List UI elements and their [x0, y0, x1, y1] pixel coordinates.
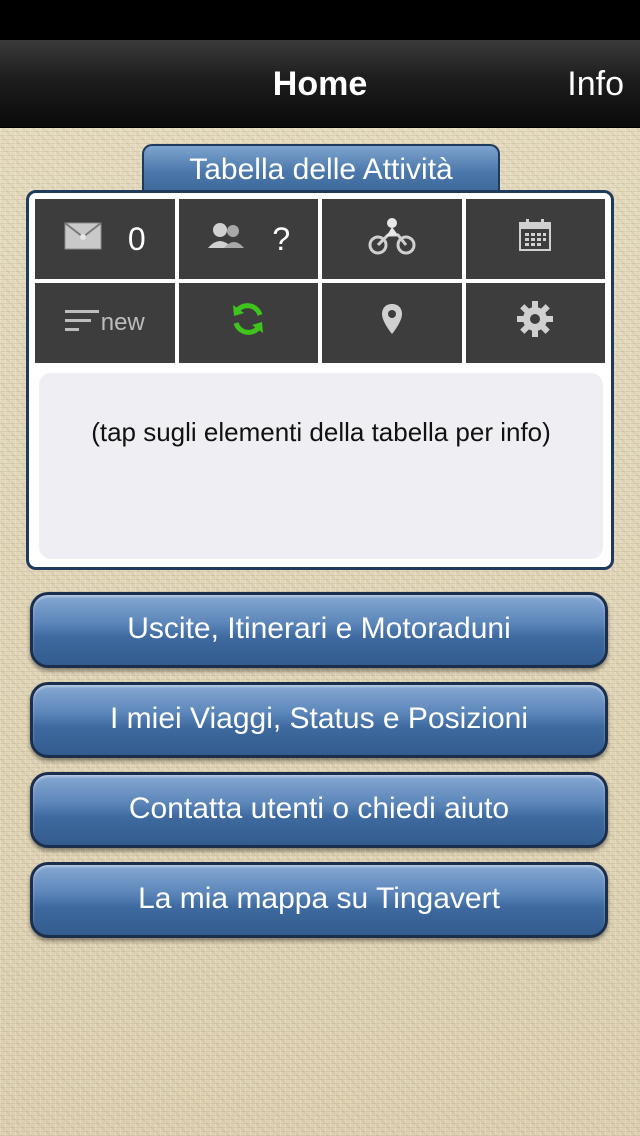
- refresh-cell[interactable]: [178, 283, 318, 363]
- refresh-icon: [230, 301, 266, 345]
- activity-grid: 0 ? new: [35, 199, 605, 363]
- location-cell[interactable]: [322, 283, 462, 363]
- users-icon: [206, 220, 246, 258]
- my-trips-button[interactable]: I miei Viaggi, Status e Posizioni: [30, 682, 608, 758]
- navigation-bar: Home Info: [0, 40, 640, 128]
- page-title: Home: [272, 65, 368, 103]
- messages-count: 0: [127, 220, 146, 257]
- activity-table-panel: 0 ? new (tap sugli elementi della tabell…: [26, 190, 614, 570]
- calendar-cell[interactable]: [465, 199, 605, 279]
- calendar-icon: [518, 218, 552, 260]
- list-icon: [64, 305, 99, 342]
- my-map-button[interactable]: La mia mappa su Tingavert: [30, 862, 608, 938]
- info-text-box: (tap sugli elementi della tabella per in…: [39, 373, 603, 559]
- gear-icon: [516, 300, 554, 346]
- settings-cell[interactable]: [465, 283, 605, 363]
- messages-cell[interactable]: 0: [35, 199, 175, 279]
- contact-users-button[interactable]: Contatta utenti o chiedi aiuto: [30, 772, 608, 848]
- news-label: new: [100, 309, 145, 336]
- news-cell[interactable]: new: [35, 283, 175, 363]
- location-pin-icon: [381, 303, 403, 343]
- mail-icon: [64, 221, 102, 258]
- motorbike-cell[interactable]: [322, 199, 462, 279]
- users-cell[interactable]: ?: [178, 199, 318, 279]
- info-button[interactable]: Info: [567, 40, 624, 128]
- outings-button[interactable]: Uscite, Itinerari e Motoraduni: [30, 592, 608, 668]
- activity-table-tab: Tabella delle Attività: [142, 144, 500, 194]
- status-bar: [0, 0, 640, 40]
- motorbike-icon: [368, 215, 416, 263]
- users-count: ?: [272, 220, 291, 257]
